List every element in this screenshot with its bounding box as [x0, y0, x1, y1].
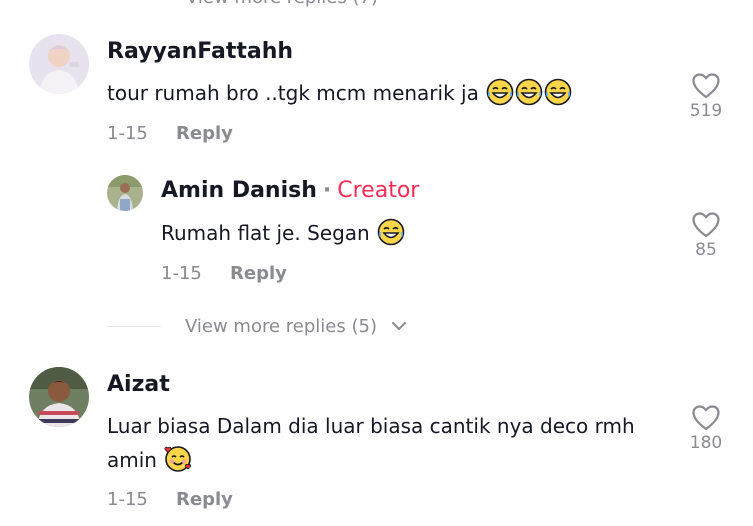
avatar[interactable] [29, 367, 89, 427]
like-button[interactable]: 85 [686, 212, 726, 260]
chevron-down-icon [391, 322, 406, 330]
face-with-tears-of-joy-emoji [515, 78, 543, 116]
comment-date: 1-15 [107, 489, 148, 510]
face-with-tears-of-joy-emoji [486, 78, 514, 116]
heart-outline-icon [692, 405, 720, 431]
face-with-tears-of-joy-emoji [544, 78, 572, 116]
reply-button[interactable]: Reply [176, 123, 233, 144]
reply-button[interactable]: Reply [230, 263, 287, 284]
view-more-replies-top[interactable]: View more replies (7) [186, 0, 378, 8]
reply-date: 1-15 [161, 263, 202, 284]
like-button[interactable]: 180 [686, 405, 726, 453]
avatar[interactable] [29, 34, 89, 94]
like-count: 85 [695, 240, 717, 260]
creator-badge: Creator [337, 178, 420, 203]
divider [107, 326, 161, 327]
view-more-replies-button[interactable]: View more replies (5) [185, 316, 407, 337]
comment-text: tour rumah bro ..tgk mcm menarik ja [107, 76, 572, 116]
avatar[interactable] [107, 175, 143, 211]
reply-button[interactable]: Reply [176, 489, 233, 510]
comment-date: 1-15 [107, 123, 148, 144]
creator-username-line[interactable]: Amin Danish · Creator [161, 178, 419, 203]
comment-text-line2: amin [107, 443, 192, 483]
like-count: 519 [689, 101, 723, 121]
like-button[interactable]: 519 [686, 73, 726, 121]
comment-text: Luar biasa Dalam dia luar biasa cantik n… [107, 414, 635, 438]
heart-outline-icon [692, 73, 720, 99]
heart-outline-icon [692, 212, 720, 238]
smiling-face-with-hearts-emoji [164, 445, 192, 483]
comment-username[interactable]: RayyanFattahh [107, 39, 293, 64]
face-with-tears-of-joy-emoji [377, 218, 405, 256]
reply-text: Rumah flat je. Segan [161, 216, 405, 256]
comment-username[interactable]: Aizat [107, 372, 170, 397]
like-count: 180 [689, 433, 723, 453]
